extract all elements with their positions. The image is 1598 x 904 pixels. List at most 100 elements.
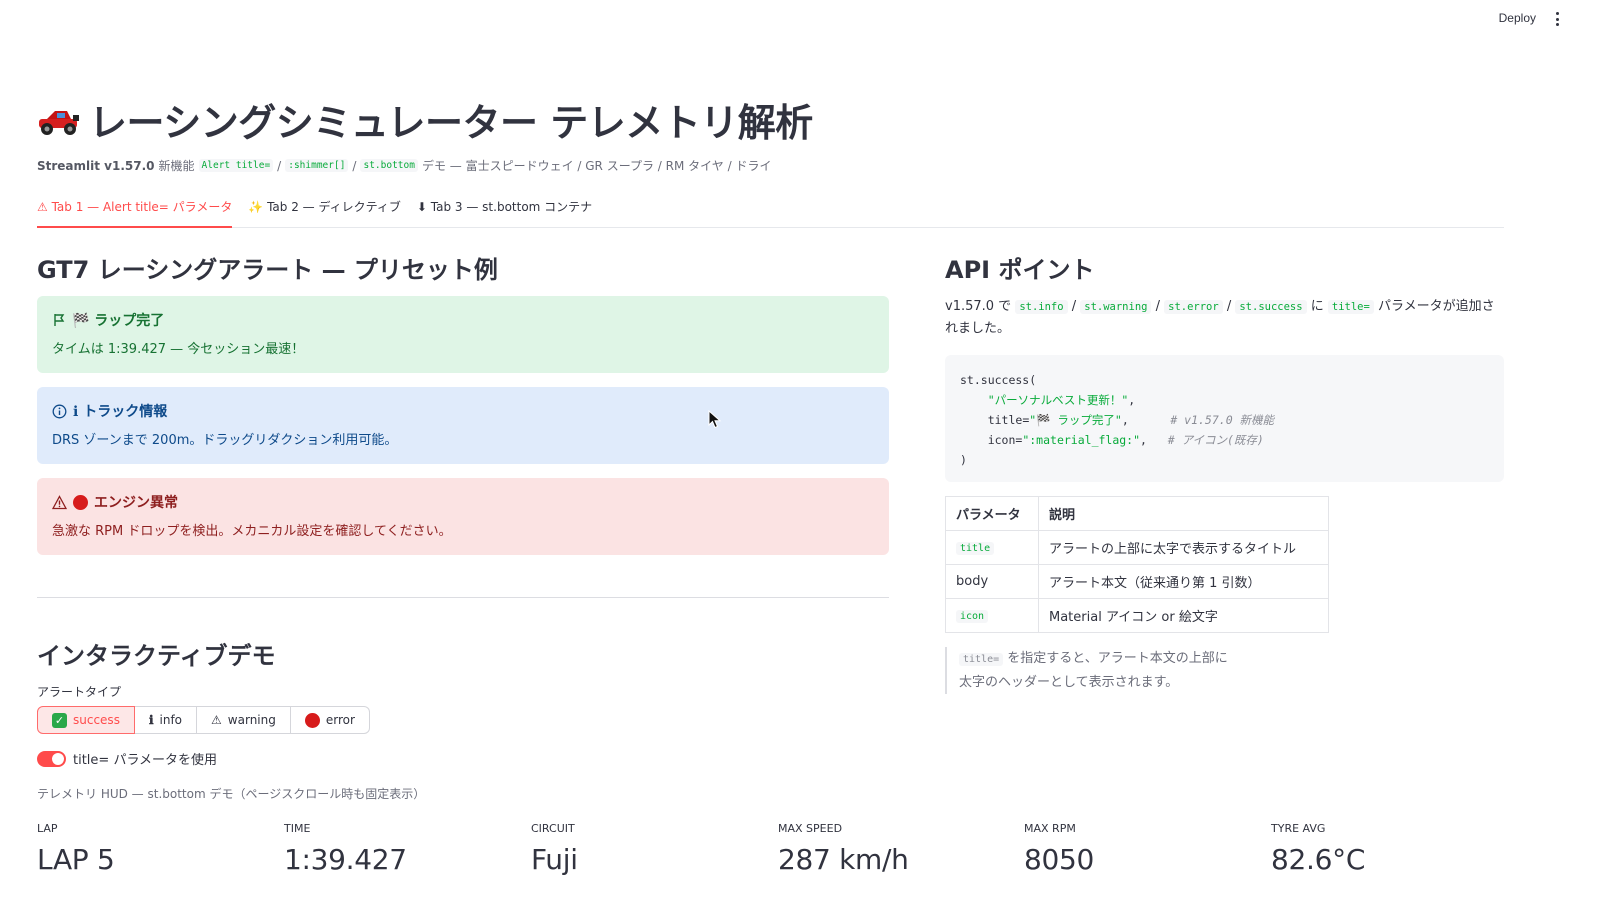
code-comment: # v1.57.0 新機能 — [1170, 413, 1275, 427]
param-code: title — [956, 542, 995, 555]
metric-value: 287 km/h — [778, 843, 909, 876]
tab-alert-title[interactable]: ⚠ Tab 1 — Alert title= パラメータ — [37, 196, 233, 228]
blockquote: title= を指定すると、アラート本文の上部に 太字のヘッダーとして表示されま… — [945, 647, 1228, 694]
table-header-row: パラメータ 説明 — [945, 496, 1329, 531]
metric-value: 8050 — [1024, 843, 1095, 876]
alert-type-warning-label: warning — [227, 713, 276, 727]
caption-separator: / — [277, 158, 282, 173]
error-alert: エンジン異常 急激な RPM ドロップを検出。メカニカル設定を確認してください。 — [37, 478, 889, 555]
table-header: パラメータ — [945, 496, 1039, 531]
quote-line: を指定すると、アラート本文の上部に — [1007, 651, 1228, 666]
table-row: body アラート本文（従来通り第 1 引数） — [945, 564, 1329, 599]
code-st-error: st.error — [1164, 300, 1223, 314]
alert-type-warning[interactable]: ⚠ warning — [197, 706, 291, 734]
tab-bottom-container[interactable]: ⬇ Tab 3 — st.bottom コンテナ — [417, 196, 592, 228]
warning-icon: ⚠ — [211, 713, 222, 727]
flag-icon — [54, 314, 65, 326]
metric-value: LAP 5 — [37, 843, 115, 876]
alert-type-error-label: error — [325, 713, 355, 727]
success-alert-body: タイムは 1:39.427 — 今セッション最速！ — [52, 342, 305, 357]
error-alert-title: エンジン異常 — [94, 495, 178, 511]
race-car-icon — [39, 110, 79, 135]
tab-bar: ⚠ Tab 1 — Alert title= パラメータ ✨ Tab 2 — デ… — [37, 196, 1504, 228]
param-code: icon — [956, 610, 989, 623]
alert-type-info[interactable]: ℹ info — [134, 706, 198, 734]
error-alert-body: 急激な RPM ドロップを検出。メカニカル設定を確認してください。 — [52, 524, 452, 539]
page-title-text: レーシングシミュレーター テレメトリ解析 — [89, 101, 813, 145]
code-string: "🏁 ラップ完了" — [1029, 413, 1122, 427]
metric-label: MAX SPEED — [778, 822, 843, 835]
table-row: icon Material アイコン or 絵文字 — [945, 598, 1329, 633]
info-icon: ℹ — [148, 713, 154, 727]
check-mark-icon: ✓ — [52, 712, 67, 728]
code-st-warning: st.warning — [1080, 300, 1152, 314]
metric-time: TIME 1:39.427 — [284, 822, 407, 876]
code-key: icon= — [987, 433, 1023, 447]
code-key: title= — [987, 413, 1030, 427]
alert-type-error[interactable]: error — [290, 706, 370, 734]
red-circle-icon — [304, 712, 320, 728]
metric-label: TYRE AVG — [1271, 822, 1326, 835]
info-alert-body: DRS ゾーンまで 200m。ドラッグリダクション利用可能。 — [52, 433, 398, 448]
metric-label: LAP — [37, 822, 58, 835]
metric-circuit: CIRCUIT Fuji — [531, 822, 578, 876]
warning-triangle-icon — [52, 494, 67, 509]
caption-code-alert: Alert title= — [198, 159, 274, 172]
alert-type-selector: ✓ success ℹ info ⚠ warning error — [37, 706, 370, 734]
api-intro-text: v1.57.0 で — [945, 299, 1012, 314]
red-circle-icon — [73, 494, 88, 510]
alert-type-success[interactable]: ✓ success — [37, 706, 135, 734]
table-cell: title — [945, 530, 1039, 565]
info-alert-title: ℹ トラック情報 — [73, 404, 168, 420]
table-cell: Material アイコン or 絵文字 — [1038, 598, 1329, 633]
metric-max-speed: MAX SPEED 287 km/h — [778, 822, 909, 876]
info-alert: ℹ トラック情報 DRS ゾーンまで 200m。ドラッグリダクション利用可能。 — [37, 387, 889, 464]
code-block: st.success( "パーソナルベスト更新！", title="🏁 ラップ完… — [945, 355, 1504, 482]
code-string: "パーソナルベスト更新！" — [987, 393, 1129, 407]
main-menu-icon[interactable] — [1554, 10, 1560, 28]
presets-heading: GT7 レーシングアラート — プリセット例 — [37, 256, 498, 284]
page-title: レーシングシミュレーター テレメトリ解析 — [37, 92, 813, 147]
title-param-toggle-row: title= パラメータを使用 — [37, 749, 217, 768]
alert-type-info-label: info — [159, 713, 183, 727]
code-st-info: st.info — [1015, 300, 1068, 314]
api-heading: API ポイント — [945, 256, 1095, 284]
code-line: ) — [960, 453, 967, 467]
metric-label: CIRCUIT — [531, 822, 575, 835]
deploy-button[interactable]: Deploy — [1499, 11, 1536, 25]
interactive-demo-heading: インタラクティブデモ — [37, 642, 276, 670]
mouse-cursor-icon — [708, 410, 722, 429]
table-cell: icon — [945, 598, 1039, 633]
info-circle-icon — [52, 404, 67, 418]
tab-directive[interactable]: ✨ Tab 2 — ディレクティブ — [248, 196, 401, 228]
success-alert-title: 🏁 ラップ完了 — [72, 313, 165, 329]
success-alert: 🏁 ラップ完了 タイムは 1:39.427 — 今セッション最速！ — [37, 296, 889, 373]
table-cell: アラートの上部に太字で表示するタイトル — [1038, 530, 1329, 565]
metric-max-rpm: MAX RPM 8050 — [1024, 822, 1094, 876]
metric-label: TIME — [284, 822, 311, 835]
caption-new: 新機能 — [158, 159, 195, 173]
title-param-toggle[interactable] — [37, 750, 66, 767]
caption-code-shimmer: :shimmer[] — [285, 159, 349, 172]
metric-value: 1:39.427 — [284, 843, 407, 876]
api-intro-text: に — [1310, 299, 1324, 314]
caption-rest: デモ — 富士スピードウェイ / GR スープラ / RM タイヤ / ドライ — [421, 159, 772, 173]
params-table: パラメータ 説明 title アラートの上部に太字で表示するタイトル body … — [945, 496, 1329, 633]
code-string: ":material_flag:" — [1022, 433, 1141, 447]
alert-type-label: アラートタイプ — [37, 685, 122, 699]
table-header: 説明 — [1038, 496, 1329, 531]
table-cell: body — [945, 564, 1039, 599]
table-cell: アラート本文（従来通り第 1 引数） — [1038, 564, 1329, 599]
alert-type-success-label: success — [73, 713, 120, 727]
caption-code-bottom: st.bottom — [360, 159, 418, 172]
section-divider — [37, 597, 889, 598]
quote-line: 太字のヘッダーとして表示されます。 — [959, 675, 1179, 690]
quote-code: title= — [959, 653, 1004, 666]
caption-version: Streamlit v1.57.0 — [37, 158, 155, 173]
hud-caption: テレメトリ HUD — st.bottom デモ（ページスクロール時も固定表示） — [37, 787, 426, 801]
code-line: st.success( — [960, 373, 1037, 387]
code-title-param: title= — [1327, 300, 1374, 314]
page-caption: Streamlit v1.57.0 新機能 Alert title= / :sh… — [37, 157, 771, 174]
metric-value: Fuji — [531, 843, 578, 876]
metric-value: 82.6°C — [1271, 843, 1366, 876]
